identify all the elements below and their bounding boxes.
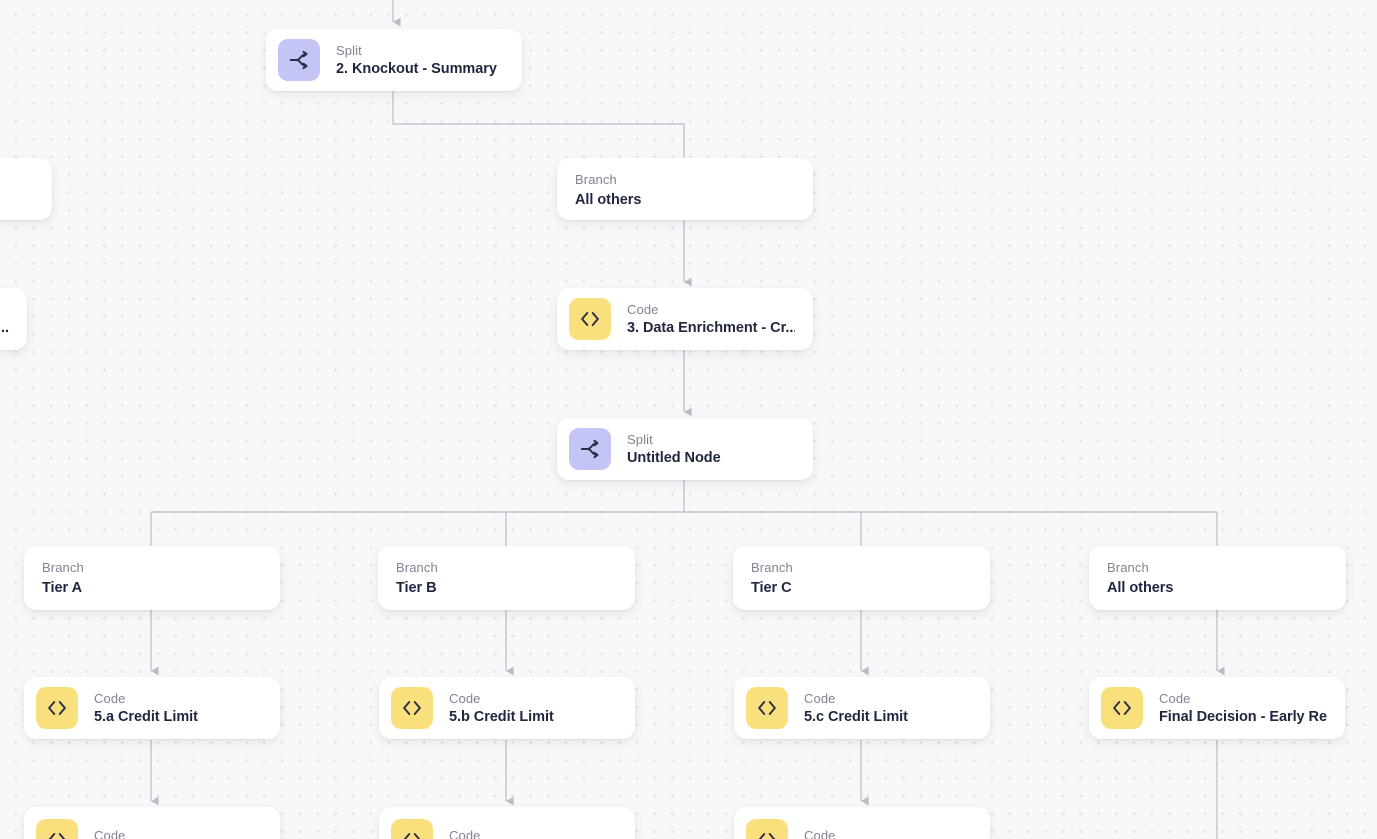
bottom-code-b-kind: Code bbox=[449, 827, 480, 839]
node-branch-tier-a[interactable]: Branch Tier A bbox=[24, 546, 280, 610]
credit-limit-c-labels: Code 5.c Credit Limit bbox=[804, 690, 908, 727]
split-icon bbox=[278, 39, 320, 81]
credit-limit-a-labels: Code 5.a Credit Limit bbox=[94, 690, 198, 727]
node-bottom-code-a[interactable]: Code bbox=[24, 807, 280, 839]
offscreen-code-labels: t ... bbox=[0, 300, 9, 338]
code-icon bbox=[391, 819, 433, 839]
final-decision-kind: Code bbox=[1159, 690, 1327, 707]
data-enrichment-labels: Code 3. Data Enrichment - Cr... bbox=[627, 301, 795, 338]
node-credit-limit-b[interactable]: Code 5.b Credit Limit bbox=[379, 677, 635, 739]
node-branch-all-others-bottom[interactable]: Branch All others bbox=[1089, 546, 1346, 610]
code-icon bbox=[569, 298, 611, 340]
data-enrichment-kind: Code bbox=[627, 301, 795, 318]
offscreen-branch-left[interactable] bbox=[0, 158, 52, 220]
workflow-canvas[interactable]: t ... Split 2. Knockout - Summary Branch… bbox=[0, 0, 1377, 839]
branch-tier-c-kind: Branch bbox=[751, 559, 793, 576]
knockout-labels: Split 2. Knockout - Summary bbox=[336, 42, 497, 79]
node-bottom-code-b[interactable]: Code bbox=[379, 807, 635, 839]
branch-tier-c-title: Tier C bbox=[751, 578, 792, 598]
code-icon bbox=[746, 687, 788, 729]
untitled-split-labels: Split Untitled Node bbox=[627, 431, 721, 468]
node-bottom-code-c[interactable]: Code bbox=[734, 807, 990, 839]
branch-tier-b-title: Tier B bbox=[396, 578, 437, 598]
credit-limit-a-title: 5.a Credit Limit bbox=[94, 707, 198, 727]
branch-tier-b-kind: Branch bbox=[396, 559, 438, 576]
bottom-code-a-kind: Code bbox=[94, 827, 125, 839]
node-branch-tier-c[interactable]: Branch Tier C bbox=[733, 546, 990, 610]
offscreen-code-left[interactable]: t ... bbox=[0, 288, 27, 350]
code-icon bbox=[746, 819, 788, 839]
credit-limit-a-kind: Code bbox=[94, 690, 198, 707]
knockout-kind: Split bbox=[336, 42, 497, 59]
branch-all-others-bottom-kind: Branch bbox=[1107, 559, 1149, 576]
data-enrichment-title: 3. Data Enrichment - Cr... bbox=[627, 318, 795, 338]
untitled-split-title: Untitled Node bbox=[627, 448, 721, 468]
credit-limit-c-title: 5.c Credit Limit bbox=[804, 707, 908, 727]
credit-limit-b-title: 5.b Credit Limit bbox=[449, 707, 554, 727]
final-decision-title: Final Decision - Early Re... bbox=[1159, 707, 1327, 727]
untitled-split-kind: Split bbox=[627, 431, 721, 448]
credit-limit-c-kind: Code bbox=[804, 690, 908, 707]
branch-tier-a-kind: Branch bbox=[42, 559, 84, 576]
wire-knockout-to-all-others bbox=[393, 91, 684, 158]
code-icon bbox=[36, 819, 78, 839]
branch-all-others-top-title: All others bbox=[575, 190, 641, 210]
node-credit-limit-a[interactable]: Code 5.a Credit Limit bbox=[24, 677, 280, 739]
offscreen-code-title: t ... bbox=[0, 318, 9, 338]
node-credit-limit-c[interactable]: Code 5.c Credit Limit bbox=[734, 677, 990, 739]
branch-all-others-top-kind: Branch bbox=[575, 171, 617, 188]
code-icon bbox=[1101, 687, 1143, 729]
bottom-code-c-labels: Code bbox=[804, 819, 835, 839]
split-icon bbox=[569, 428, 611, 470]
node-branch-all-others-top[interactable]: Branch All others bbox=[557, 158, 813, 220]
node-data-enrichment[interactable]: Code 3. Data Enrichment - Cr... bbox=[557, 288, 813, 350]
credit-limit-b-labels: Code 5.b Credit Limit bbox=[449, 690, 554, 727]
bottom-code-b-labels: Code bbox=[449, 819, 480, 839]
credit-limit-b-kind: Code bbox=[449, 690, 554, 707]
bottom-code-a-labels: Code bbox=[94, 819, 125, 839]
branch-tier-a-title: Tier A bbox=[42, 578, 82, 598]
code-icon bbox=[391, 687, 433, 729]
bottom-code-c-kind: Code bbox=[804, 827, 835, 839]
node-branch-tier-b[interactable]: Branch Tier B bbox=[378, 546, 635, 610]
knockout-title: 2. Knockout - Summary bbox=[336, 59, 497, 79]
node-knockout-summary[interactable]: Split 2. Knockout - Summary bbox=[266, 29, 522, 91]
node-final-decision[interactable]: Code Final Decision - Early Re... bbox=[1089, 677, 1345, 739]
code-icon bbox=[36, 687, 78, 729]
node-untitled-split[interactable]: Split Untitled Node bbox=[557, 418, 813, 480]
final-decision-labels: Code Final Decision - Early Re... bbox=[1159, 690, 1327, 727]
branch-all-others-bottom-title: All others bbox=[1107, 578, 1173, 598]
